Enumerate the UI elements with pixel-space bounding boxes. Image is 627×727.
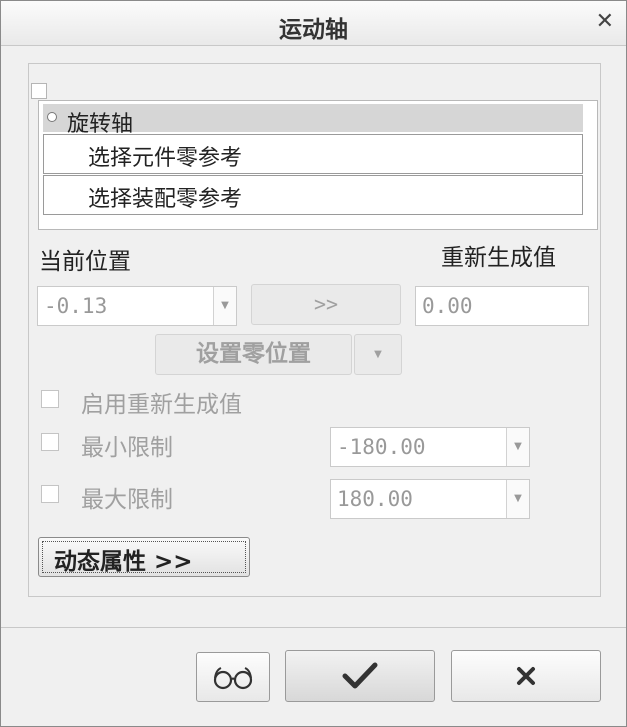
min-limit-combo[interactable]: -180.00 ▼ [330, 427, 530, 467]
max-limit-checkbox[interactable] [41, 485, 59, 503]
collapse-toggle[interactable] [31, 83, 47, 99]
chevron-down-icon[interactable]: ▼ [506, 480, 529, 518]
min-limit-checkbox[interactable] [41, 433, 59, 451]
current-position-combo[interactable]: -0.13 ▼ [37, 286, 237, 326]
min-limit-value: -180.00 [337, 435, 426, 459]
footer-divider [1, 627, 626, 628]
ok-button[interactable] [285, 650, 435, 702]
enable-regenerate-label: 启用重新生成值 [81, 392, 242, 418]
cancel-button[interactable] [451, 650, 601, 702]
radio-icon[interactable] [47, 112, 57, 122]
chevron-down-icon[interactable]: ▼ [213, 287, 236, 325]
chevron-down-icon[interactable]: ▼ [354, 334, 402, 375]
glasses-icon [213, 667, 253, 690]
assembly-zero-reference-collector[interactable]: 选择装配零参考 [43, 175, 583, 215]
component-zero-reference-label: 选择元件零参考 [88, 146, 243, 171]
current-position-label: 当前位置 [39, 249, 131, 275]
title-bar[interactable]: 运动轴 ✕ [1, 1, 626, 46]
dynamic-properties-button[interactable]: 动态属性 >> [38, 537, 250, 577]
preview-button[interactable] [196, 652, 270, 702]
chevron-down-icon[interactable]: ▼ [506, 428, 529, 466]
close-icon[interactable]: ✕ [596, 9, 614, 34]
max-limit-combo[interactable]: 180.00 ▼ [330, 479, 530, 519]
regenerate-value: 0.00 [422, 294, 473, 318]
transfer-value-button[interactable]: >> [251, 284, 401, 325]
assembly-zero-reference-label: 选择装配零参考 [88, 187, 243, 212]
set-zero-position-button[interactable]: 设置零位置 [155, 334, 352, 375]
regenerate-value-field[interactable]: 0.00 [415, 286, 589, 326]
max-limit-label: 最大限制 [81, 487, 173, 513]
max-limit-value: 180.00 [337, 487, 413, 511]
current-position-value: -0.13 [44, 294, 108, 318]
min-limit-label: 最小限制 [81, 435, 173, 461]
motion-axis-dialog: 运动轴 ✕ 旋转轴 选择元件零参考 选择装配零参考 当前位置 重新生成值 -0.… [0, 0, 627, 727]
enable-regenerate-checkbox[interactable] [41, 390, 59, 408]
component-zero-reference-collector[interactable]: 选择元件零参考 [43, 134, 583, 174]
close-icon [517, 667, 535, 685]
checkmark-icon [342, 662, 378, 689]
regenerate-value-label: 重新生成值 [441, 245, 556, 271]
dialog-title: 运动轴 [279, 17, 348, 43]
dynamic-properties-label: 动态属性 >> [54, 549, 193, 575]
